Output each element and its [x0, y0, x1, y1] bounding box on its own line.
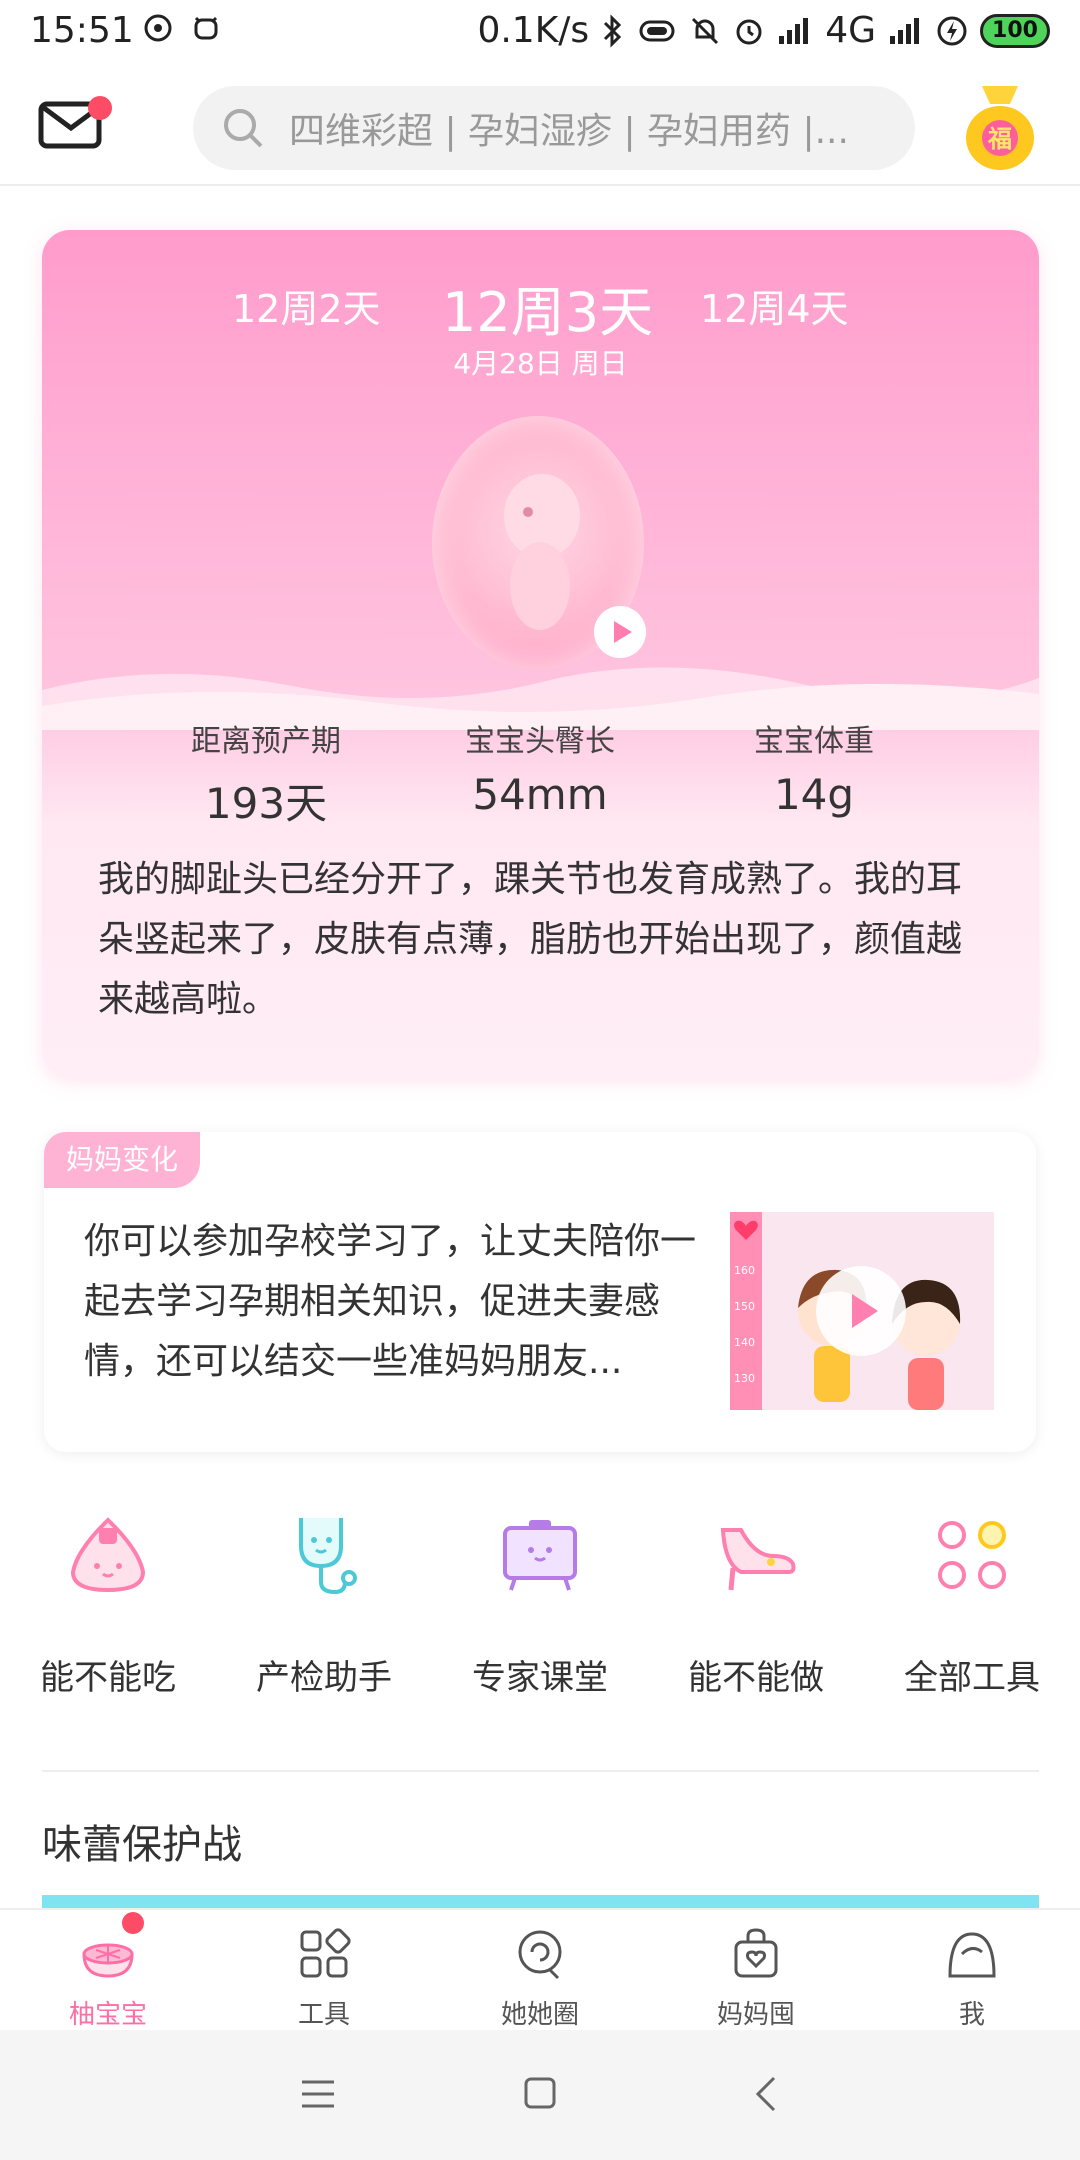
shopping-bag-icon: [734, 1928, 778, 1978]
ruler-mark: 150: [734, 1300, 755, 1313]
battery-indicator: 100: [980, 13, 1050, 48]
nav-label: 柚宝宝: [68, 2000, 147, 2030]
ruler-mark: 160: [734, 1264, 755, 1277]
mama-change-text: 你可以参加孕校学习了，让丈夫陪你一起去学习孕期相关知识，促进夫妻感情，还可以结交…: [84, 1221, 697, 1382]
pregnancy-card[interactable]: 12周2天 12周3天 12周4天 4月28日 周日 距离预产期 193天 宝宝…: [42, 230, 1039, 1078]
bottom-nav: 柚宝宝 工具 她她圈 妈妈囤 我: [0, 1908, 1080, 2030]
ruler-mark: 130: [734, 1372, 755, 1385]
tool-label: 全部工具: [904, 1658, 1040, 1698]
mama-change-card[interactable]: 妈妈变化 你可以参加孕校学习了，让丈夫陪你一起去学习孕期相关知识，促进夫妻感情，…: [44, 1132, 1036, 1452]
status-bar: 15:51 0.1K/s 4G 100: [0, 0, 1080, 66]
tool-can-do[interactable]: 能不能做: [648, 1510, 864, 1699]
status-time: 15:51: [30, 10, 134, 51]
back-icon[interactable]: [754, 2076, 778, 2112]
tool-label: 能不能吃: [40, 1658, 176, 1698]
search-bar[interactable]: 四维彩超 | 孕妇湿疹 | 孕妇用药 |...: [193, 86, 915, 170]
vibrate-icon: [639, 20, 675, 41]
profile-icon: [948, 1932, 996, 1978]
charging-icon: [937, 16, 967, 45]
nav-item-home[interactable]: 柚宝宝: [0, 1924, 216, 2031]
top-header: 四维彩超 | 孕妇湿疹 | 孕妇用药 |... 福: [0, 66, 1080, 186]
stat-baby-weight: 宝宝体重 14g: [664, 716, 964, 819]
fu-label: 福: [987, 125, 1012, 153]
menu-icon[interactable]: [300, 2078, 336, 2110]
stat-crown-rump-length: 宝宝头臀长 54mm: [390, 716, 690, 819]
nav-label: 她她圈: [500, 2000, 579, 2030]
home-notification-badge: [122, 1912, 144, 1934]
status-left-icons: [142, 12, 222, 44]
mama-change-video-thumbnail[interactable]: 160 150 140 130: [730, 1212, 994, 1410]
tool-all-tools[interactable]: 全部工具: [864, 1510, 1080, 1699]
tool-label: 专家课堂: [472, 1658, 608, 1698]
circle-chat-icon: [518, 1930, 562, 1980]
stat-label: 距离预产期: [191, 724, 341, 759]
tool-label: 能不能做: [688, 1658, 824, 1698]
stat-label: 宝宝头臀长: [465, 724, 615, 759]
lucky-bag-icon[interactable]: 福: [960, 78, 1040, 174]
nav-item-me[interactable]: 我: [864, 1924, 1080, 2031]
tools-grid-icon: [300, 1928, 351, 1978]
app-screen: 15:51 0.1K/s 4G 100 四维彩超 | 孕妇湿疹 | 孕妇用药 |…: [0, 0, 1080, 2160]
stat-due-date: 距离预产期 193天: [116, 716, 416, 831]
prev-week-tab[interactable]: 12周2天: [232, 278, 381, 333]
home-icon[interactable]: [523, 2076, 557, 2110]
height-ruler: 160 150 140 130: [730, 1212, 762, 1410]
week-date: 4月28日 周日: [453, 347, 628, 380]
current-week: 12周3天: [442, 281, 654, 344]
section-title: 味蕾保护战: [42, 1822, 242, 1868]
stat-value: 193天: [204, 779, 328, 828]
alarm-app-icon: [194, 16, 218, 40]
stethoscope-icon: [299, 1518, 357, 1595]
grid-dots-icon: [938, 1521, 1006, 1589]
search-placeholder: 四维彩超 | 孕妇湿疹 | 孕妇用药 |...: [289, 111, 849, 152]
system-nav-bar: [0, 2030, 1080, 2160]
tool-can-eat[interactable]: 能不能吃: [0, 1510, 216, 1699]
baby-description: 我的脚趾头已经分开了，踝关节也发育成熟了。我的耳朵竖起来了，皮肤有点薄，脂肪也开…: [98, 859, 963, 1020]
section-divider: [42, 1770, 1039, 1772]
stat-label: 宝宝体重: [754, 724, 874, 759]
tv-icon: [503, 1520, 577, 1591]
status-right-icons: 0.1K/s 4G 100: [477, 10, 1050, 51]
high-heel-icon: [720, 1528, 796, 1591]
mama-change-tag: 妈妈变化: [44, 1132, 201, 1188]
nav-label: 工具: [297, 2000, 350, 2030]
nav-item-shop[interactable]: 妈妈囤: [648, 1924, 864, 2031]
network-speed: 0.1K/s: [477, 10, 590, 51]
tool-expert-class[interactable]: 专家课堂: [432, 1510, 648, 1699]
signal-icon: [779, 17, 809, 44]
stat-value: 54mm: [472, 770, 608, 819]
tool-label: 产检助手: [256, 1658, 392, 1698]
next-week-tab[interactable]: 12周4天: [700, 278, 849, 333]
notification-app-icon: [144, 14, 172, 42]
alarm-icon: [736, 19, 762, 44]
signal-icon-2: [890, 17, 919, 44]
mail-unread-badge: [88, 96, 112, 120]
bluetooth-icon: [604, 13, 622, 48]
nav-item-community[interactable]: 她她圈: [432, 1924, 648, 2031]
nav-label: 妈妈囤: [716, 2000, 795, 2030]
network-type: 4G: [825, 10, 876, 51]
rice-ball-icon: [70, 1517, 146, 1593]
stat-value: 14g: [773, 770, 855, 819]
search-icon: [224, 109, 263, 148]
mute-icon: [692, 17, 719, 44]
nav-label: 我: [958, 2000, 985, 2030]
ruler-mark: 140: [734, 1336, 755, 1349]
video-play-button[interactable]: [816, 1266, 906, 1356]
tool-checkup-assistant[interactable]: 产检助手: [216, 1510, 432, 1699]
nav-item-tools[interactable]: 工具: [216, 1924, 432, 2031]
